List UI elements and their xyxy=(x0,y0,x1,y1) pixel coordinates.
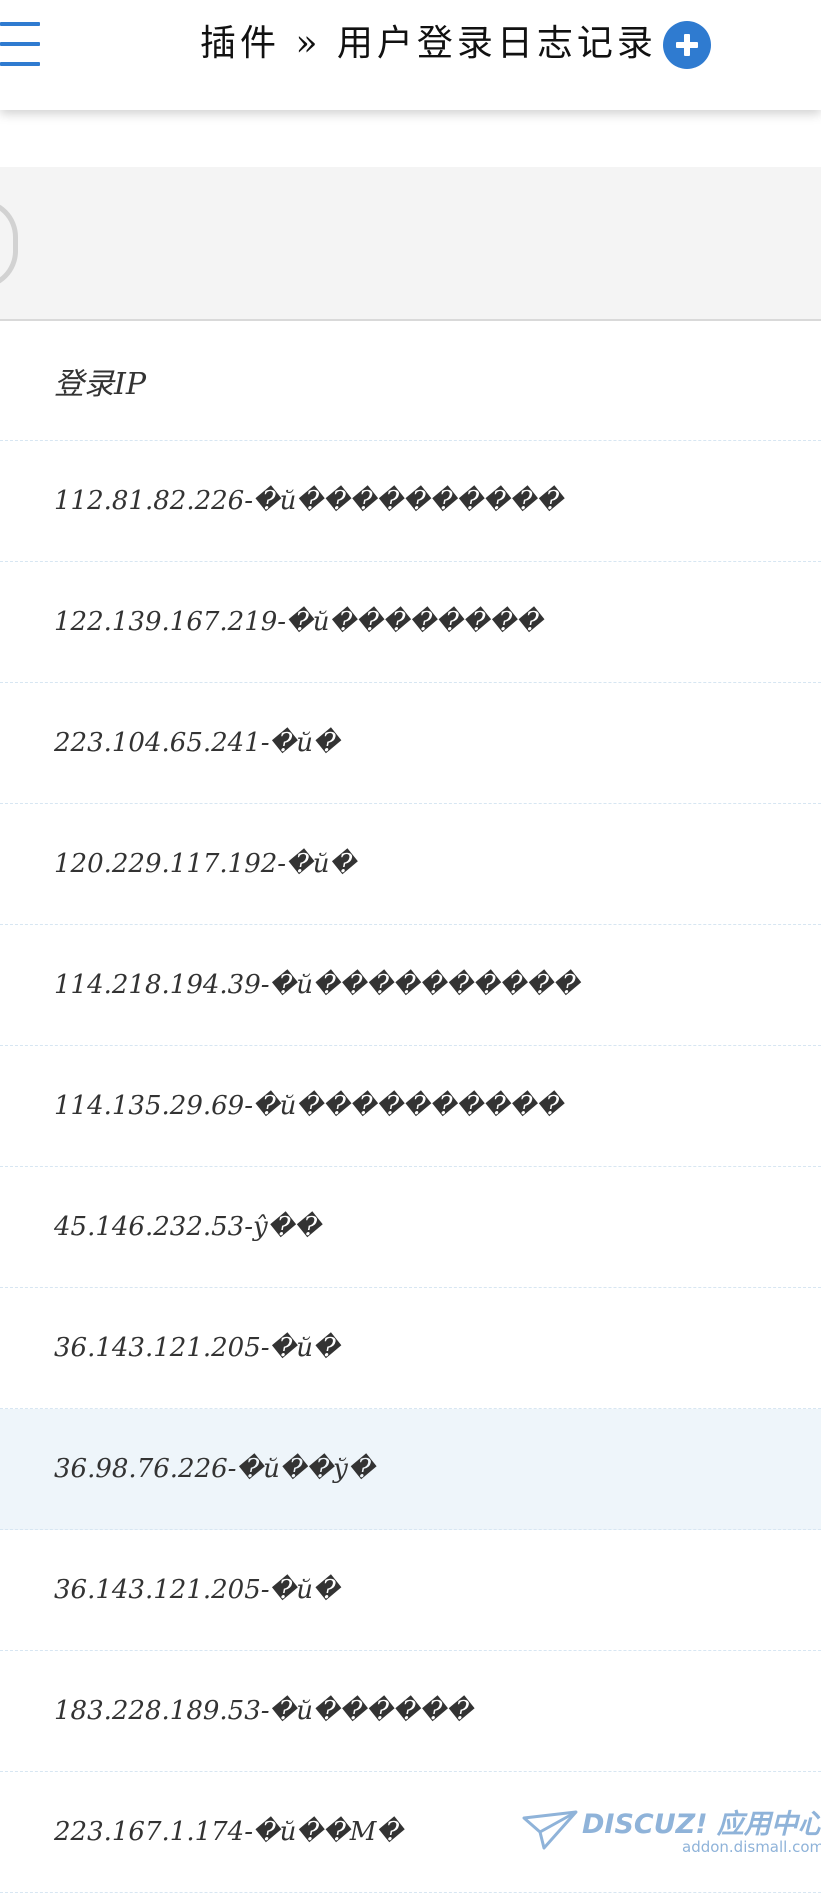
table-header-row: 登录IP xyxy=(0,321,821,441)
table-row[interactable]: 120.229.117.192-�й� xyxy=(0,804,821,925)
table-row[interactable]: 223.104.65.241-�й� xyxy=(0,683,821,804)
table-row[interactable]: 114.135.29.69-�й���������� xyxy=(0,1046,821,1167)
login-ip-cell: 36.143.121.205-�й� xyxy=(54,1575,340,1605)
login-ip-cell: 112.81.82.226-�й���������� xyxy=(54,486,564,516)
watermark-brand: DISCUZ! 应用中心 xyxy=(582,1809,821,1840)
table-row-highlighted[interactable]: 36.98.76.226-�й��ў� xyxy=(0,1409,821,1530)
page-title: 插件 » 用户登录日志记录 xyxy=(200,23,657,64)
table-row[interactable]: 183.228.189.53-�й������ xyxy=(0,1651,821,1772)
login-ip-cell: 223.167.1.174-�й��М� xyxy=(54,1817,404,1847)
table-row[interactable]: 36.143.121.205-�й� xyxy=(0,1530,821,1651)
table-row[interactable]: 122.139.167.219-�й�������� xyxy=(0,562,821,683)
menu-line xyxy=(0,42,40,46)
login-log-table: 登录IP 112.81.82.226-�й���������� 122.139.… xyxy=(0,321,821,1893)
login-ip-cell: 114.135.29.69-�й���������� xyxy=(54,1091,564,1121)
filter-toolbar xyxy=(0,167,821,321)
column-header-login-ip: 登录IP xyxy=(54,366,147,402)
table-row[interactable]: 45.146.232.53-ŷ�� xyxy=(0,1167,821,1288)
paper-plane-icon xyxy=(522,1810,578,1850)
hamburger-menu-icon[interactable] xyxy=(0,20,42,70)
login-ip-cell: 223.104.65.241-�й� xyxy=(54,728,340,758)
table-row[interactable]: 36.143.121.205-�й� xyxy=(0,1288,821,1409)
login-ip-cell: 122.139.167.219-�й�������� xyxy=(54,607,543,637)
login-ip-cell: 114.218.194.39-�й���������� xyxy=(54,970,580,1000)
top-header-bar: 插件 » 用户登录日志记录 xyxy=(0,0,821,110)
discuz-watermark: DISCUZ! 应用中心 addon.dismall.com xyxy=(522,1800,821,1862)
login-ip-cell: 36.98.76.226-�й��ў� xyxy=(54,1454,375,1484)
menu-line xyxy=(0,62,40,66)
toolbar-scroll-handle[interactable] xyxy=(0,199,18,289)
plus-icon-stroke xyxy=(684,34,690,56)
login-ip-cell: 120.229.117.192-�й� xyxy=(54,849,357,879)
table-row[interactable]: 112.81.82.226-�й���������� xyxy=(0,441,821,562)
menu-line xyxy=(0,22,40,26)
add-button[interactable] xyxy=(663,21,711,69)
login-ip-cell: 36.143.121.205-�й� xyxy=(54,1333,340,1363)
table-row[interactable]: 114.218.194.39-�й���������� xyxy=(0,925,821,1046)
login-ip-cell: 183.228.189.53-�й������ xyxy=(54,1696,473,1726)
login-ip-cell: 45.146.232.53-ŷ�� xyxy=(54,1212,322,1242)
watermark-url: addon.dismall.com xyxy=(682,1838,821,1856)
